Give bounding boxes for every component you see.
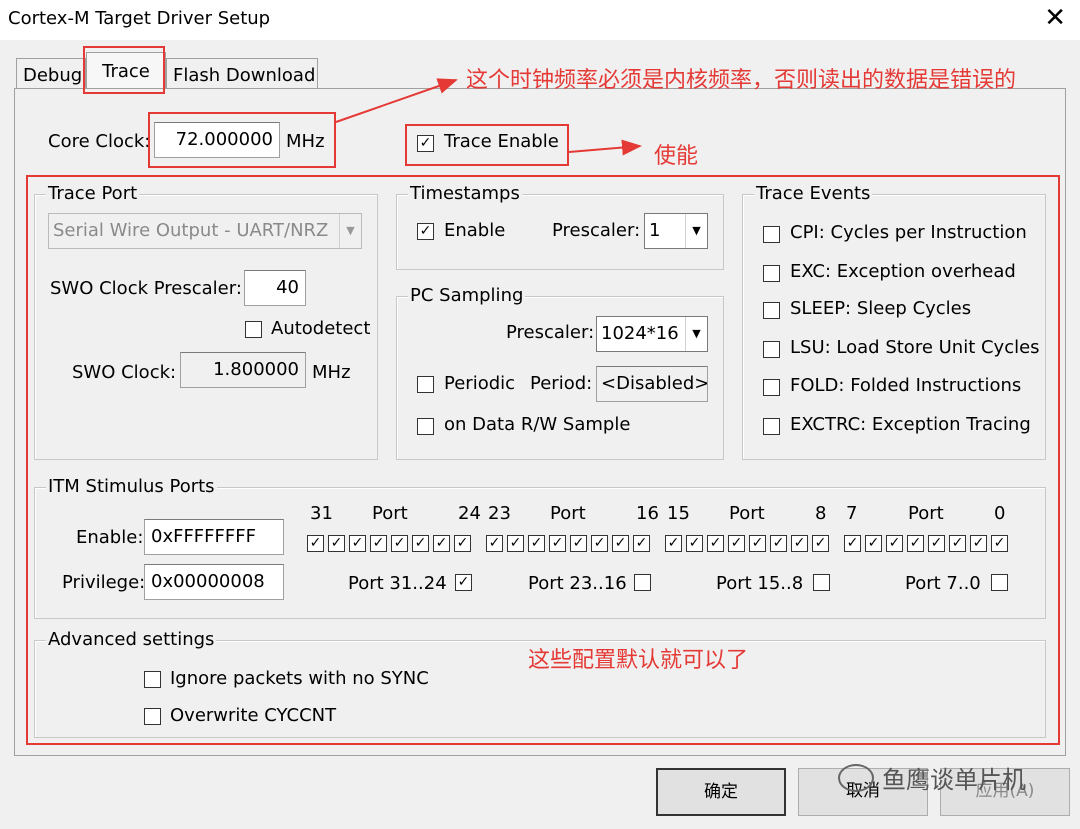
watermark-text: 鱼鹰谈单片机 xyxy=(882,766,1026,794)
wechat-icon xyxy=(838,764,874,792)
annotation-arrows xyxy=(335,78,642,156)
clock-note: 这个时钟频率必须是内核频率，否则读出的数据是错误的 xyxy=(466,68,1017,93)
enable-note: 使能 xyxy=(654,144,699,169)
enable-note-arrow xyxy=(568,139,642,156)
default-note: 这些配置默认就可以了 xyxy=(528,648,749,673)
clock-note-arrow xyxy=(335,78,458,123)
